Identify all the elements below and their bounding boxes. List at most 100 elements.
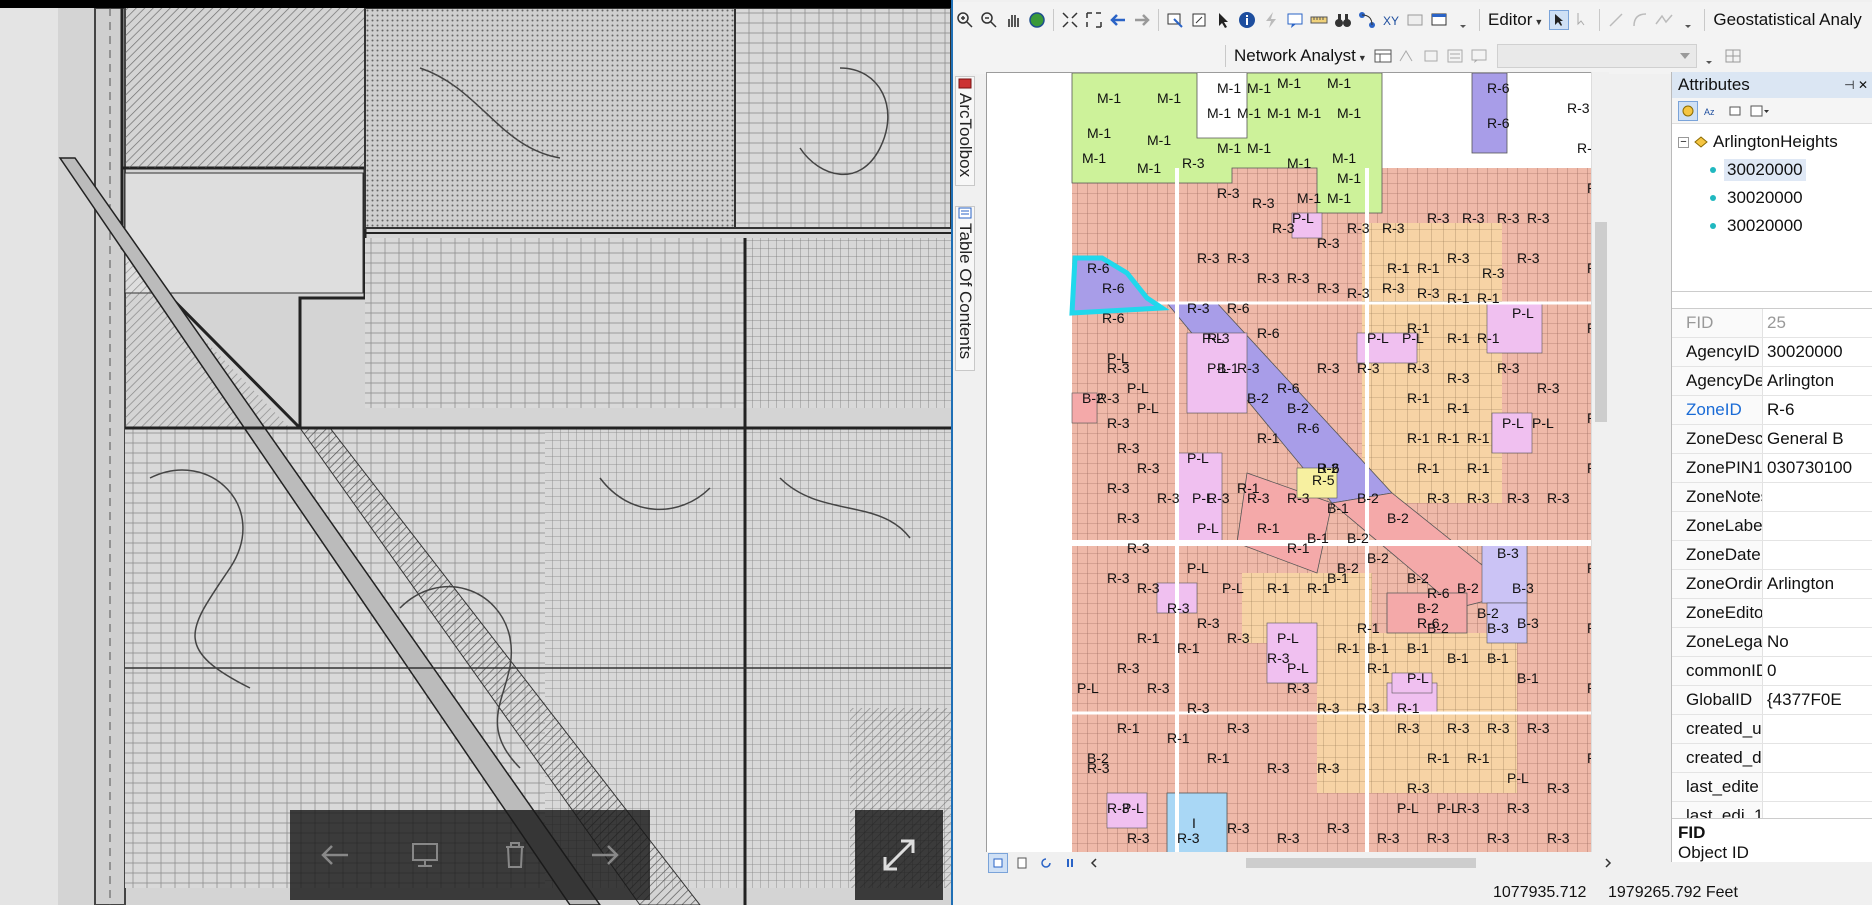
clear-selection-button[interactable] <box>1189 10 1209 30</box>
attribute-field-value[interactable] <box>1763 715 1872 743</box>
time-slider-button[interactable] <box>1405 10 1425 30</box>
tab-table-of-contents[interactable]: Table Of Contents <box>955 206 975 371</box>
select-elements-button[interactable] <box>1213 10 1233 30</box>
html-popup-button[interactable] <box>1285 10 1305 30</box>
attribute-row[interactable]: ZoneLegac No <box>1672 628 1872 657</box>
attribute-row[interactable]: GlobalID {4377F0E <box>1672 686 1872 715</box>
attribute-row[interactable]: AgencyDesArlington <box>1672 367 1872 396</box>
collapse-icon[interactable]: − <box>1678 136 1689 148</box>
slideshow-button[interactable] <box>380 810 470 900</box>
full-extent-button[interactable] <box>1027 10 1047 30</box>
refresh-button[interactable] <box>1036 853 1056 873</box>
find-route-button[interactable] <box>1357 10 1377 30</box>
scanned-zoning-map[interactable] <box>0 7 951 905</box>
attribute-field-value[interactable] <box>1763 483 1872 511</box>
attribute-row[interactable]: ZoneLabel <box>1672 512 1872 541</box>
create-viewer-window-button[interactable] <box>1429 10 1449 30</box>
tab-arctoolbox[interactable]: ArcToolbox <box>955 76 975 186</box>
attribute-field-value[interactable] <box>1763 541 1872 569</box>
directions-button[interactable] <box>1469 46 1489 66</box>
attribute-field-value[interactable]: General B <box>1763 425 1872 453</box>
select-move-location-button[interactable] <box>1421 46 1441 66</box>
zoom-out-button[interactable] <box>979 10 999 30</box>
tree-feature[interactable]: 30020000 <box>1678 184 1868 212</box>
forward-extent-button[interactable] <box>1132 10 1152 30</box>
tree-feature[interactable]: 30020000 <box>1678 156 1868 184</box>
scrollbar-thumb[interactable] <box>1595 222 1607 422</box>
attribute-row[interactable]: last_edi_1 <box>1672 802 1872 818</box>
scroll-right-button[interactable] <box>1598 853 1618 873</box>
measure-button[interactable] <box>1309 10 1329 30</box>
attribute-row[interactable]: ZoneDate <box>1672 541 1872 570</box>
network-dataset-dropdown[interactable] <box>1496 44 1697 68</box>
edit-tool-button[interactable] <box>1549 10 1570 30</box>
expand-button[interactable] <box>855 810 943 900</box>
zoom-in-button[interactable] <box>955 10 975 30</box>
attribute-row[interactable]: created_da <box>1672 744 1872 773</box>
fixed-zoom-out-button[interactable] <box>1084 10 1104 30</box>
attribute-field-value[interactable]: 30020000 <box>1763 338 1872 366</box>
sort-button[interactable]: Az <box>1702 101 1722 121</box>
pan-button[interactable] <box>1003 10 1023 30</box>
pin-icon[interactable]: ⊣ ✕ <box>1844 78 1868 92</box>
attribute-row[interactable]: ZoneDesc General B <box>1672 425 1872 454</box>
highlight-button[interactable] <box>1726 101 1746 121</box>
attribute-field-value[interactable]: R-6 <box>1763 396 1872 424</box>
toolbar-options[interactable] <box>1453 10 1473 30</box>
solve-button[interactable] <box>1445 46 1465 66</box>
attribute-field-value[interactable]: Arlington <box>1763 570 1872 598</box>
create-network-location-button[interactable] <box>1397 46 1417 66</box>
attribute-row[interactable]: ZoneNotes <box>1672 483 1872 512</box>
editor-menu[interactable]: Editor ▼ <box>1484 10 1547 30</box>
scroll-left-button[interactable] <box>1084 853 1104 873</box>
attribute-field-value[interactable] <box>1763 599 1872 627</box>
attribute-field-value[interactable] <box>1763 802 1872 818</box>
attribute-row[interactable]: last_edite <box>1672 773 1872 802</box>
scrollbar-thumb[interactable] <box>1246 858 1476 868</box>
geostatistical-analyst-menu[interactable]: Geostatistical Analy <box>1709 10 1865 30</box>
go-to-xy-button[interactable]: XY <box>1381 10 1401 30</box>
attribute-row[interactable]: FID 25 <box>1672 309 1872 338</box>
attribute-field-value[interactable]: Arlington <box>1763 367 1872 395</box>
attribute-field-value[interactable] <box>1763 773 1872 801</box>
attribute-row[interactable]: created_us <box>1672 715 1872 744</box>
attribute-field-value[interactable]: 030730100 <box>1763 454 1872 482</box>
map-vertical-scrollbar[interactable] <box>1591 72 1609 856</box>
attribute-row[interactable]: ZoneOrdin Arlington <box>1672 570 1872 599</box>
attribute-field-value[interactable]: 0 <box>1763 657 1872 685</box>
endpoint-arc-button[interactable] <box>1630 10 1650 30</box>
attribute-field-value[interactable]: {4377F0E <box>1763 686 1872 714</box>
attribute-field-value[interactable]: No <box>1763 628 1872 656</box>
tree-layer-node[interactable]: − ArlingtonHeights <box>1678 128 1868 156</box>
pause-drawing-button[interactable] <box>1060 853 1080 873</box>
hyperlink-button[interactable] <box>1261 10 1281 30</box>
map-horizontal-scrollbar[interactable] <box>1136 856 1596 870</box>
find-button[interactable] <box>1333 10 1353 30</box>
attribute-row[interactable]: commonID 0 <box>1672 657 1872 686</box>
tree-feature[interactable]: 30020000 <box>1678 212 1868 240</box>
trace-button[interactable] <box>1654 10 1674 30</box>
data-view-button[interactable] <box>988 853 1008 873</box>
next-button[interactable] <box>560 810 650 900</box>
attribute-row[interactable]: AgencyID 30020000 <box>1672 338 1872 367</box>
prev-button[interactable] <box>290 810 380 900</box>
options-menu-button[interactable] <box>1750 101 1770 121</box>
select-features-button[interactable] <box>1165 10 1185 30</box>
edit-annotation-button[interactable] <box>1573 10 1593 30</box>
map-display[interactable]: M-1 M-1 M-1 M-1 M-1 M-1 M-1 M-1 M-1 M-1 M-1 M-1 M-1 M… <box>986 72 1604 856</box>
layout-view-button[interactable] <box>1012 853 1032 873</box>
network-analyst-menu[interactable]: Network Analyst ▼ <box>1230 46 1371 66</box>
toolbar-options-2[interactable] <box>1678 10 1698 30</box>
identify-button[interactable] <box>1237 10 1257 30</box>
network-analyst-window-button[interactable] <box>1373 46 1393 66</box>
attribute-field-value[interactable] <box>1763 512 1872 540</box>
straight-segment-button[interactable] <box>1606 10 1626 30</box>
back-extent-button[interactable] <box>1108 10 1128 30</box>
fixed-zoom-in-button[interactable] <box>1060 10 1080 30</box>
attribute-row[interactable]: ZoneEditor <box>1672 599 1872 628</box>
grid-button[interactable] <box>1723 46 1743 66</box>
attribute-row[interactable]: ZonePIN14030730100 <box>1672 454 1872 483</box>
toolbar-options-3[interactable] <box>1699 46 1719 66</box>
attribute-row[interactable]: ZoneID R-6 <box>1672 396 1872 425</box>
attribute-field-value[interactable] <box>1763 744 1872 772</box>
